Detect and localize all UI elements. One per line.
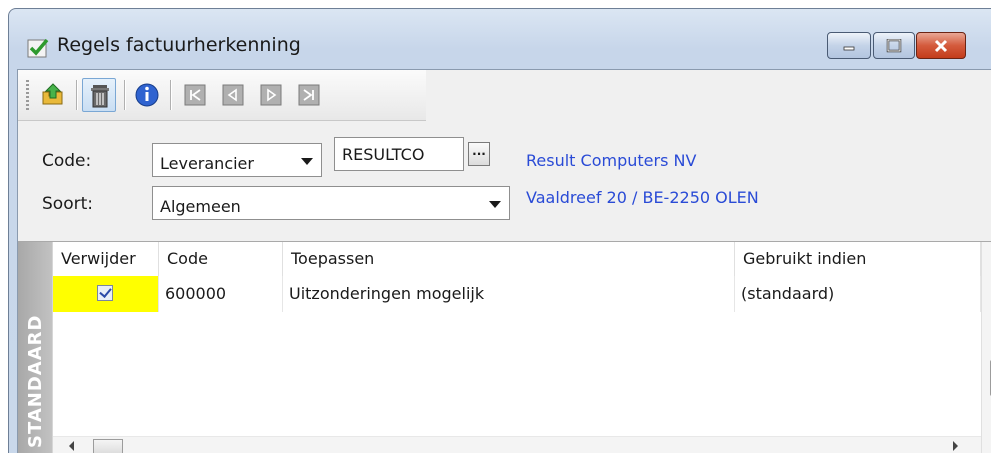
toolbar bbox=[18, 70, 426, 121]
checkmark-document-icon bbox=[27, 37, 49, 59]
table-row[interactable]: 600000 Uitzonderingen mogelijk (standaar… bbox=[53, 276, 981, 312]
maximize-icon bbox=[874, 33, 914, 58]
application-window: Regels factuurherkenning Code: Leveranci… bbox=[8, 8, 991, 453]
scroll-right-icon[interactable] bbox=[953, 441, 958, 451]
delete-button[interactable] bbox=[82, 78, 116, 112]
last-record-icon bbox=[298, 84, 320, 106]
chevron-down-icon bbox=[301, 158, 313, 165]
vertical-scrollbar[interactable] bbox=[981, 242, 991, 453]
column-header-gebruikt-indien[interactable]: Gebruikt indien bbox=[735, 242, 981, 276]
toolbar-grip[interactable] bbox=[26, 80, 29, 110]
code-label: Code: bbox=[42, 151, 92, 171]
soort-dropdown[interactable]: Algemeen bbox=[152, 186, 510, 220]
browse-button[interactable]: ... bbox=[468, 142, 490, 166]
verwijder-cell[interactable] bbox=[53, 276, 159, 312]
column-header-code[interactable]: Code bbox=[159, 242, 283, 276]
close-button[interactable] bbox=[916, 32, 966, 59]
chevron-down-icon bbox=[489, 201, 501, 208]
column-header-verwijder[interactable]: Verwijder bbox=[53, 242, 159, 276]
window-client-area: Code: Leverancier RESULTCO ... Result Co… bbox=[17, 69, 991, 453]
soort-label: Soort: bbox=[42, 194, 93, 214]
previous-record-icon bbox=[222, 84, 244, 106]
filter-panel: Code: Leverancier RESULTCO ... Result Co… bbox=[18, 121, 991, 242]
previous-record-button[interactable] bbox=[216, 78, 250, 112]
last-record-button[interactable] bbox=[292, 78, 326, 112]
code-input[interactable]: RESULTCO bbox=[334, 137, 464, 171]
delete-icon bbox=[91, 85, 109, 108]
code-cell[interactable]: 600000 bbox=[159, 276, 283, 312]
next-record-icon bbox=[260, 84, 282, 106]
code-type-dropdown[interactable]: Leverancier bbox=[152, 143, 322, 177]
info-button[interactable] bbox=[130, 78, 164, 112]
code-type-value: Leverancier bbox=[160, 154, 254, 173]
first-record-button[interactable] bbox=[178, 78, 212, 112]
side-tab-label: STANDAARD bbox=[25, 314, 46, 448]
info-icon bbox=[135, 83, 159, 107]
next-record-button[interactable] bbox=[254, 78, 288, 112]
column-header-toepassen[interactable]: Toepassen bbox=[283, 242, 735, 276]
export-button[interactable] bbox=[36, 78, 70, 112]
supplier-name-link[interactable]: Result Computers NV bbox=[526, 151, 696, 170]
soort-value: Algemeen bbox=[160, 197, 241, 216]
horizontal-scrollbar[interactable] bbox=[53, 436, 981, 453]
verwijder-checkbox[interactable] bbox=[97, 285, 113, 301]
rules-grid: Verwijder Code Toepassen Gebruikt indien… bbox=[52, 242, 991, 453]
toepassen-cell[interactable]: Uitzonderingen mogelijk bbox=[283, 276, 735, 312]
minimize-button[interactable] bbox=[827, 32, 871, 59]
gebruikt-indien-cell[interactable]: (standaard) bbox=[735, 276, 981, 312]
window-title: Regels factuurherkenning bbox=[57, 34, 301, 56]
maximize-button[interactable] bbox=[873, 32, 915, 59]
close-icon bbox=[917, 33, 965, 58]
code-input-value: RESULTCO bbox=[342, 145, 425, 164]
export-icon bbox=[42, 83, 63, 105]
scroll-left-icon[interactable] bbox=[69, 441, 74, 451]
first-record-icon bbox=[184, 84, 206, 106]
supplier-address-link[interactable]: Vaaldreef 20 / BE-2250 OLEN bbox=[526, 188, 759, 207]
standaard-side-tab[interactable]: STANDAARD bbox=[18, 242, 52, 453]
horizontal-scroll-thumb[interactable] bbox=[93, 439, 123, 453]
minimize-icon bbox=[828, 33, 870, 58]
title-bar[interactable]: Regels factuurherkenning bbox=[9, 9, 991, 69]
